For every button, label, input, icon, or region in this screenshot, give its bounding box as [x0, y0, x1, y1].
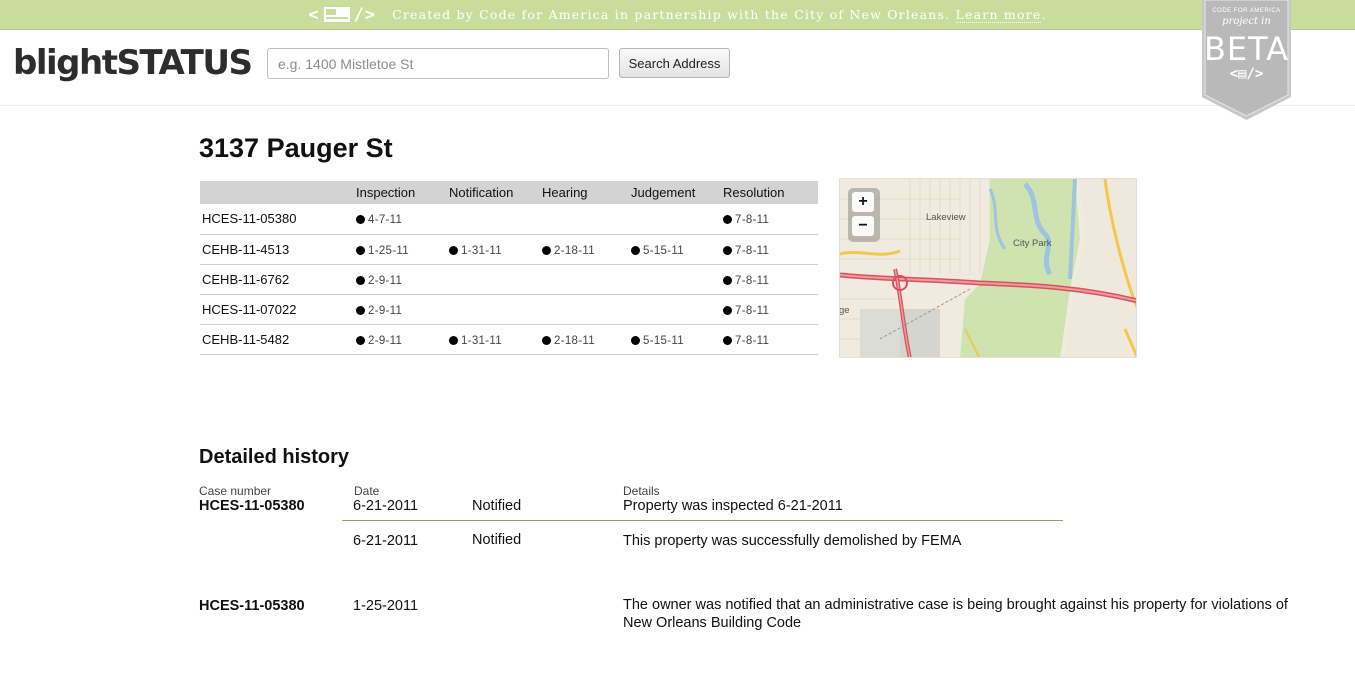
step-judgement: [631, 294, 723, 325]
step-notification: [449, 294, 542, 325]
status-dot-icon: [356, 335, 365, 345]
status-dot-icon: [542, 245, 551, 255]
column-label-details: Details: [623, 484, 660, 498]
step-resolution: 7-8-11: [723, 264, 818, 295]
code-for-america-logo-icon: </>: [308, 4, 377, 25]
step-hearing: 2-18-11: [542, 324, 631, 355]
step-resolution: 7-8-11: [723, 204, 818, 235]
step-notification: [449, 264, 542, 295]
step-inspection: 2-9-11: [356, 294, 449, 325]
table-row[interactable]: CEHB-11-6762 2-9-11 7-8-11: [200, 264, 818, 295]
step-hearing: 2-18-11: [542, 234, 631, 265]
property-map[interactable]: Lakeview City Park ge + −: [839, 178, 1137, 358]
top-banner: </> Created by Code for America in partn…: [0, 0, 1355, 30]
step-judgement: 5-15-11: [631, 324, 723, 355]
table-row[interactable]: CEHB-11-5482 2-9-11 1-31-11 2-18-11 5-15…: [200, 324, 818, 355]
step-notification: 1-31-11: [449, 324, 542, 355]
status-dot-icon: [356, 245, 365, 255]
case-number: HCES-11-05380: [200, 204, 356, 235]
case-number: HCES-11-07022: [200, 294, 356, 325]
step-hearing: [542, 294, 631, 325]
status-dot-icon: [449, 245, 458, 255]
history-case-number: HCES-11-05380: [199, 498, 305, 514]
search-address-button[interactable]: Search Address: [619, 48, 730, 78]
history-date: 1-25-2011: [353, 598, 419, 614]
header-hearing: Hearing: [542, 181, 631, 204]
status-dot-icon: [542, 335, 551, 345]
step-inspection: 1-25-11: [356, 234, 449, 265]
case-status-table: Inspection Notification Hearing Judgemen…: [200, 181, 818, 355]
case-number: CEHB-11-6762: [200, 264, 356, 295]
status-dot-icon: [723, 305, 732, 315]
history-date: 6-21-2011: [353, 533, 419, 549]
step-notification: 1-31-11: [449, 234, 542, 265]
status-dot-icon: [723, 335, 732, 345]
history-date: 6-21-2011: [353, 498, 419, 514]
step-hearing: [542, 204, 631, 235]
status-dot-icon: [356, 215, 365, 225]
step-resolution: 7-8-11: [723, 234, 818, 265]
header-resolution: Resolution: [723, 181, 818, 204]
step-judgement: [631, 264, 723, 295]
status-dot-icon: [449, 335, 458, 345]
header-case: [200, 181, 356, 204]
step-inspection: 2-9-11: [356, 324, 449, 355]
status-dot-icon: [723, 215, 732, 225]
column-label-date: Date: [354, 484, 380, 498]
step-inspection: 2-9-11: [356, 264, 449, 295]
header-notification: Notification: [449, 181, 542, 204]
map-label-lakeview: Lakeview: [926, 212, 966, 223]
map-zoom-control: + −: [848, 188, 880, 242]
table-row[interactable]: HCES-11-05380 4-7-11 7-8-11: [200, 204, 818, 235]
step-resolution: 7-8-11: [723, 324, 818, 355]
map-label-city-park: City Park: [1013, 238, 1052, 249]
column-label-case-number: Case number: [199, 484, 272, 498]
step-notification: [449, 204, 542, 235]
banner-tagline: Created by Code for America in partnersh…: [392, 7, 1047, 23]
header-judgement: Judgement: [631, 181, 723, 204]
map-label-partial: ge: [839, 305, 850, 316]
map-tiles: [840, 179, 1136, 357]
header-inspection: Inspection: [356, 181, 449, 204]
step-judgement: 5-15-11: [631, 234, 723, 265]
zoom-out-button[interactable]: −: [852, 216, 874, 236]
history-case-number: HCES-11-05380: [199, 598, 305, 614]
history-details: The owner was notified that an administr…: [623, 597, 1288, 631]
history-status: Notified: [472, 498, 522, 514]
site-header: blightSTATUS Search Address: [0, 31, 1355, 106]
table-row[interactable]: CEHB-11-4513 1-25-11 1-31-11 2-18-11 5-1…: [200, 234, 818, 265]
beta-badge[interactable]: CODE FOR AMERICA project in BETA <▤/>: [1202, 0, 1291, 120]
history-details: This property was successfully demolishe…: [623, 533, 962, 549]
beta-badge-org: CODE FOR AMERICA: [1212, 8, 1281, 14]
status-dot-icon: [631, 335, 640, 345]
address-search-input[interactable]: [267, 48, 609, 79]
status-dot-icon: [356, 275, 365, 285]
history-divider: [342, 520, 1063, 521]
status-dot-icon: [723, 245, 732, 255]
status-dot-icon: [631, 245, 640, 255]
zoom-in-button[interactable]: +: [852, 192, 874, 212]
case-number: CEHB-11-5482: [200, 324, 356, 355]
beta-badge-subtitle: project in: [1222, 16, 1271, 27]
step-inspection: 4-7-11: [356, 204, 449, 235]
step-resolution: 7-8-11: [723, 294, 818, 325]
step-hearing: [542, 264, 631, 295]
step-judgement: [631, 204, 723, 235]
case-number: CEHB-11-4513: [200, 234, 356, 265]
beta-badge-text: BETA: [1203, 30, 1290, 68]
learn-more-link[interactable]: Learn more: [955, 7, 1042, 23]
beta-badge-flag-icon: <▤/>: [1229, 66, 1264, 82]
history-details: Property was inspected 6-21-2011: [623, 498, 843, 514]
history-status: Notified: [472, 532, 522, 548]
table-header-row: Inspection Notification Hearing Judgemen…: [200, 181, 818, 204]
status-dot-icon: [723, 275, 732, 285]
status-dot-icon: [356, 305, 365, 315]
property-address-title: 3137 Pauger St: [199, 133, 393, 163]
table-row[interactable]: HCES-11-07022 2-9-11 7-8-11: [200, 294, 818, 325]
site-logo[interactable]: blightSTATUS: [13, 43, 253, 83]
detailed-history-title: Detailed history: [199, 446, 350, 468]
